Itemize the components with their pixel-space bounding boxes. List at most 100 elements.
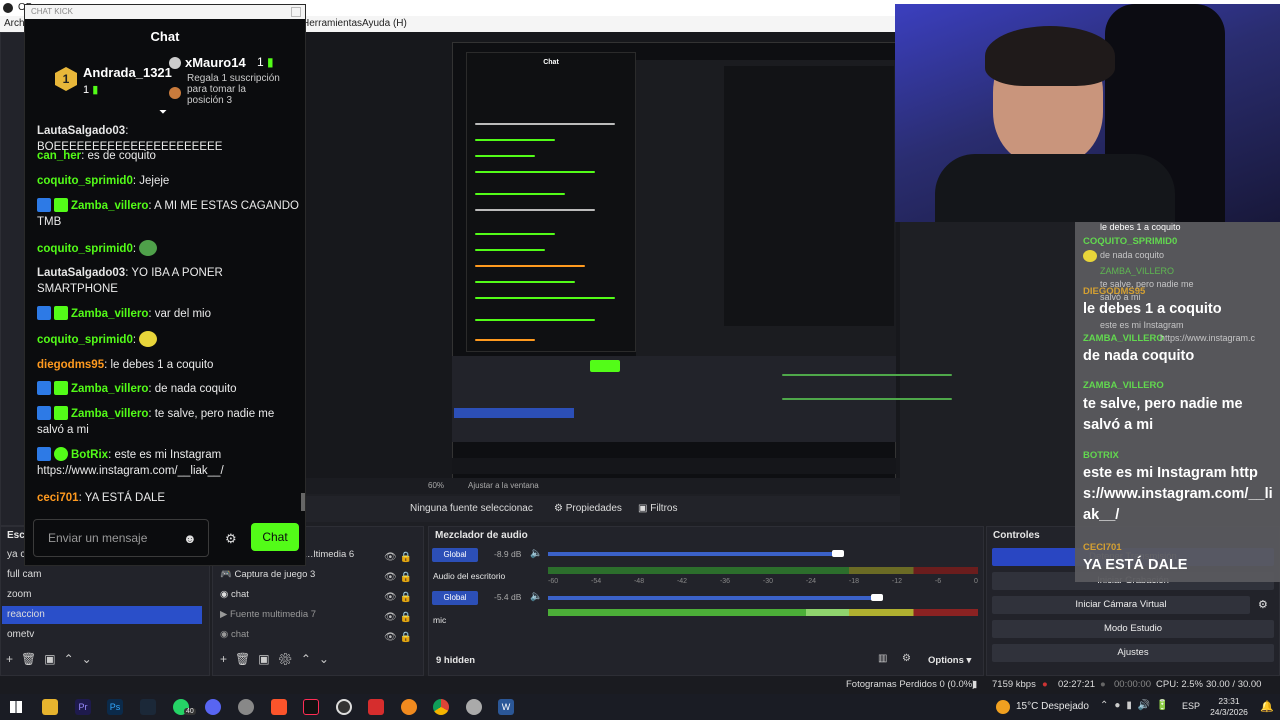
overlay-username: ZAMBA_VILLERO <box>1083 333 1164 344</box>
sources-toolbar[interactable]: +🗑▣⚙⌃⌄ <box>220 652 337 666</box>
youtube-studio-icon[interactable] <box>368 699 384 715</box>
sub-badge-icon <box>54 381 68 395</box>
source-visibility-toggles[interactable]: 👁 🔒 👁 🔒 👁 🔒 👁 🔒 👁 🔒 <box>384 548 412 648</box>
clock[interactable]: 23:31 24/3/2026 <box>1206 696 1252 718</box>
properties-button[interactable]: ⚙ Propiedades <box>554 503 622 514</box>
live-time: 02:27:21 <box>1058 679 1095 690</box>
zoom-level[interactable]: 60% <box>428 481 444 490</box>
verified-badge-icon <box>37 447 51 461</box>
speaker-icon[interactable]: 🔈 <box>530 591 542 602</box>
weather-text[interactable]: 15°C Despejado <box>1016 701 1089 712</box>
layout-icon[interactable]: ▥ <box>878 653 887 664</box>
premiere-icon[interactable]: Pr <box>75 699 91 715</box>
browser-icon: ◉ <box>220 629 231 640</box>
obs-app-icon <box>3 3 13 13</box>
overlay-message: este es mi Instagram https://www.instagr… <box>1083 465 1273 523</box>
tray-icons[interactable]: ⌃●▮🔊🔋 <box>1100 700 1175 711</box>
scene-item[interactable]: ometv <box>2 626 202 644</box>
gifter-rank-icon <box>169 57 181 69</box>
verified-badge-icon <box>37 306 51 320</box>
menu-tools[interactable]: Herramientas <box>302 16 362 32</box>
chat-message: Zamba_villero: de nada coquito <box>37 381 299 397</box>
sub-badge-icon <box>54 198 68 212</box>
emoji-icon[interactable]: ☻ <box>183 531 197 546</box>
mixer-global-button[interactable]: Global <box>432 591 478 605</box>
windows-start-icon[interactable] <box>10 701 22 713</box>
rec-time: 00:00:00 <box>1114 679 1151 690</box>
input-language[interactable]: ESP <box>1182 701 1200 711</box>
tiktok-icon[interactable] <box>303 699 319 715</box>
webcam-feed <box>895 4 1280 222</box>
menu-help[interactable]: Ayuda (H) <box>362 16 407 32</box>
source-label: Fuente multimedia 7 <box>229 609 317 620</box>
word-icon[interactable]: W <box>498 699 514 715</box>
app-icon[interactable] <box>466 699 482 715</box>
gifter-name[interactable]: xMauro14 <box>185 55 246 70</box>
chrome-icon[interactable] <box>433 699 449 715</box>
scene-item[interactable]: full cam <box>2 566 202 584</box>
gifter-count: 1 ▮ <box>83 84 99 96</box>
filters-button[interactable]: ▣ Filtros <box>638 503 677 514</box>
file-explorer-icon[interactable] <box>42 699 58 715</box>
gifter-name[interactable]: Andrada_1321 <box>83 65 172 80</box>
chat-message: coquito_sprimid0: <box>37 331 299 348</box>
preview-nested-chat: Chat <box>466 52 636 352</box>
mixer-settings-icon[interactable]: ⚙ <box>902 653 911 664</box>
mixer-db: -5.4 dB <box>494 592 522 602</box>
studio-mode-button[interactable]: Modo Estudio <box>992 620 1274 638</box>
speaker-icon[interactable]: 🔈 <box>530 548 542 559</box>
preview-zoom-row: 60% Ajustar a la ventana <box>300 478 900 494</box>
scene-item[interactable]: zoom <box>2 586 202 604</box>
gift-icon: ▮ <box>267 55 274 69</box>
fit-to-window[interactable]: Ajustar a la ventana <box>468 481 539 490</box>
laughing-emote-icon <box>1083 250 1097 262</box>
chat-message: BotRix: este es mi Instagram https://www… <box>37 447 224 477</box>
chat-send-button[interactable]: Chat <box>251 523 299 551</box>
virtual-cam-settings-icon[interactable]: ⚙ <box>1258 598 1268 611</box>
volume-slider[interactable] <box>548 596 878 600</box>
settings-button[interactable]: Ajustes <box>992 644 1274 662</box>
gifter-rank-badge: 1 <box>55 67 77 91</box>
chat-settings-icon[interactable]: ⚙ <box>225 531 237 547</box>
overlay-ghost-text: de nada coquito <box>1100 250 1165 260</box>
source-label: chat <box>230 589 249 600</box>
source-properties-bar: Ninguna fuente seleccionac ⚙ Propiedades… <box>300 496 900 522</box>
mixer-options[interactable]: Options ▾ <box>928 655 971 666</box>
volume-handle[interactable] <box>832 550 844 557</box>
mixer-global-button[interactable]: Global <box>432 548 478 562</box>
photoshop-icon[interactable]: Ps <box>107 699 123 715</box>
scenes-toolbar[interactable]: +🗑▣⌃⌄ <box>6 652 100 666</box>
steam-icon[interactable] <box>140 699 156 715</box>
notifications-icon[interactable]: 🔔 <box>1260 700 1274 713</box>
obs-taskbar-icon[interactable] <box>336 699 352 715</box>
scene-item-selected[interactable]: reaccion <box>2 606 202 624</box>
controls-title: Controles <box>993 530 1040 541</box>
overlay-username: COQUITO_SPRIMID0 <box>1083 236 1178 247</box>
chat-message: can_her: es de coquito <box>37 150 156 162</box>
app-icon[interactable] <box>238 699 254 715</box>
weather-icon[interactable] <box>996 700 1010 714</box>
options-label: Options <box>928 655 964 666</box>
verified-badge-icon <box>37 381 51 395</box>
overlay-ghost-text: este es mi Instagram <box>1100 320 1184 330</box>
close-icon[interactable] <box>291 7 301 17</box>
overlay-message: le debes 1 a coquito <box>1083 301 1222 317</box>
app-icon[interactable] <box>401 699 417 715</box>
audio-meter <box>548 567 978 574</box>
kick-chat-window: CHAT KICK Chat 1 Andrada_1321 1 ▮ xMauro… <box>24 4 306 566</box>
brave-icon[interactable] <box>271 699 287 715</box>
start-virtual-cam-button[interactable]: Iniciar Cámara Virtual <box>992 596 1250 614</box>
chat-scrollbar[interactable] <box>301 493 305 511</box>
sub-badge-icon <box>54 306 68 320</box>
browser-icon: ◉ <box>220 589 231 600</box>
verified-badge-icon <box>37 198 51 212</box>
discord-icon[interactable] <box>205 699 221 715</box>
volume-handle[interactable] <box>871 594 883 601</box>
hidden-count[interactable]: 9 hidden <box>436 655 475 666</box>
mini-chat-title: Chat <box>543 59 559 66</box>
cpu-usage: CPU: 2.5% <box>1156 679 1203 690</box>
volume-slider[interactable] <box>548 552 840 556</box>
clock-time: 23:31 <box>1218 696 1240 706</box>
filter-icon: ▣ <box>638 503 648 514</box>
collapse-icon[interactable]: ⏷ <box>159 107 167 118</box>
